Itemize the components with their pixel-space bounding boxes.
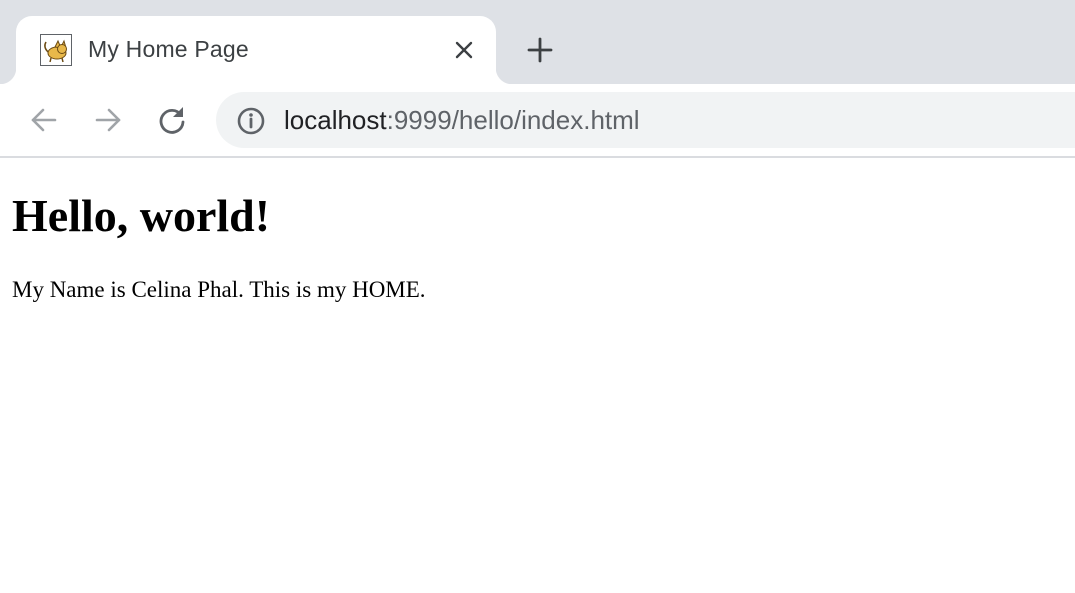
url-path: :9999/hello/index.html [386, 105, 640, 135]
plus-icon [527, 37, 553, 63]
info-icon[interactable] [236, 106, 266, 136]
tab-strip: My Home Page [0, 0, 1075, 84]
tab-close-button[interactable] [448, 34, 480, 66]
close-icon [455, 41, 473, 59]
page-heading: Hello, world! [12, 190, 271, 241]
url-text[interactable]: localhost:9999/hello/index.html [284, 105, 640, 136]
browser-toolbar: localhost:9999/hello/index.html [0, 84, 1075, 156]
page-paragraph: My Name is Celina Phal. This is my HOME. [12, 276, 426, 302]
arrow-right-icon [95, 108, 121, 132]
tab-active[interactable]: My Home Page [0, 16, 512, 84]
url-host: localhost [284, 105, 387, 135]
new-tab-button[interactable] [520, 30, 560, 70]
back-button[interactable] [24, 100, 64, 140]
reload-button[interactable] [152, 100, 192, 140]
forward-button[interactable] [88, 100, 128, 140]
tomcat-favicon-icon [40, 34, 72, 66]
reload-icon [159, 107, 185, 134]
address-bar[interactable]: localhost:9999/hello/index.html [216, 92, 1075, 148]
page-content: Hello, world! My Name is Celina Phal. Th… [12, 158, 426, 303]
arrow-left-icon [31, 108, 57, 132]
tab-title: My Home Page [88, 36, 249, 62]
